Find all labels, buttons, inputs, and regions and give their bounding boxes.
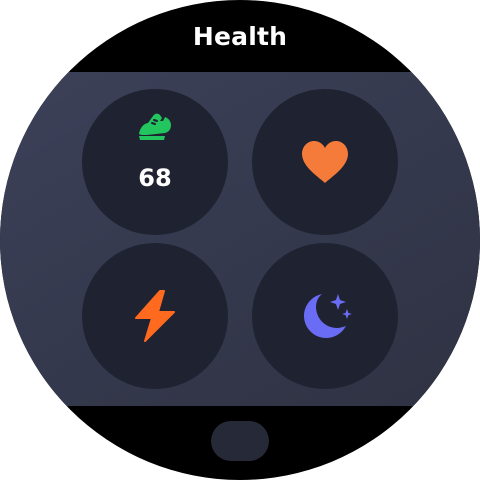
heart-icon (252, 89, 398, 235)
watch-screen: Health 68 (0, 0, 480, 480)
moon-stars-icon (252, 243, 398, 389)
lightning-icon (82, 243, 228, 389)
steps-tile[interactable]: 68 (82, 89, 228, 235)
page-title: Health (192, 22, 288, 51)
home-button[interactable] (211, 421, 269, 461)
steps-value: 68 (138, 164, 172, 192)
shoe-icon (82, 89, 228, 235)
heart-rate-tile[interactable] (252, 89, 398, 235)
sleep-tile[interactable] (252, 243, 398, 389)
energy-tile[interactable] (82, 243, 228, 389)
tiles-panel: 68 (0, 72, 480, 406)
